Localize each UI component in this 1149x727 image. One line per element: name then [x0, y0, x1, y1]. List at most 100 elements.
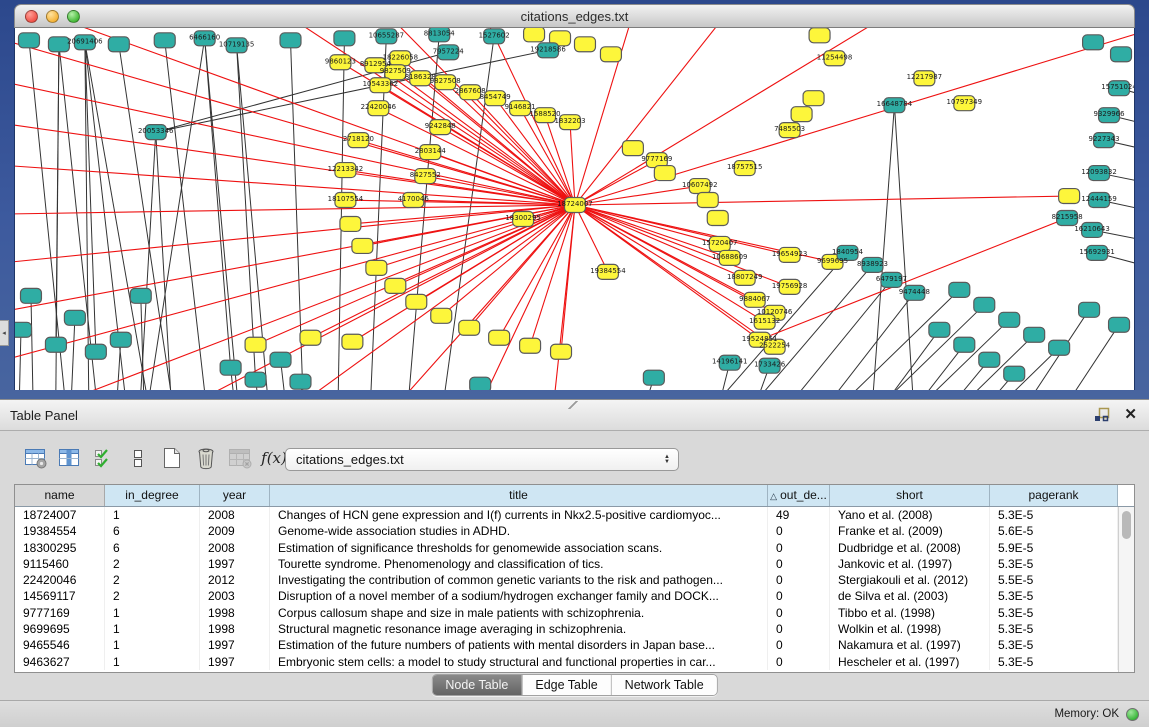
graph-node[interactable]: [979, 352, 1000, 367]
table-cell[interactable]: 0: [768, 654, 830, 670]
graph-edge[interactable]: [205, 38, 231, 367]
graph-edge[interactable]: [31, 296, 35, 390]
graph-node[interactable]: [954, 337, 975, 352]
graph-node[interactable]: [431, 308, 452, 323]
graph-node[interactable]: [45, 337, 66, 352]
graph-edge[interactable]: [15, 205, 575, 218]
graph-node[interactable]: [999, 312, 1020, 327]
table-row[interactable]: 977716911998Corpus callosum shape and si…: [15, 605, 1118, 621]
table-cell[interactable]: Tibbo et al. (1998): [830, 605, 990, 621]
table-cell[interactable]: 18724007: [15, 507, 105, 523]
table-scrollbar[interactable]: [1118, 507, 1134, 672]
tab-node-table[interactable]: Node Table: [432, 675, 521, 695]
table-cell[interactable]: 0: [768, 540, 830, 556]
table-cell[interactable]: 0: [768, 523, 830, 539]
graph-node[interactable]: [64, 310, 85, 325]
graph-node[interactable]: [1109, 317, 1130, 332]
graph-node[interactable]: [300, 330, 321, 345]
graph-node[interactable]: [524, 28, 545, 42]
table-cell[interactable]: 0: [768, 556, 830, 572]
graph-edge[interactable]: [56, 44, 59, 344]
table-cell[interactable]: 5.3E-5: [990, 556, 1118, 572]
table-cell[interactable]: Jankovic et al. (1997): [830, 556, 990, 572]
graph-edge[interactable]: [894, 105, 919, 390]
table-cell[interactable]: 6: [105, 540, 200, 556]
graph-node[interactable]: [654, 166, 675, 181]
graph-edge[interactable]: [865, 105, 894, 390]
graph-edge[interactable]: [15, 205, 575, 288]
graph-node[interactable]: [1049, 340, 1070, 355]
table-row[interactable]: 911546021997Tourette syndrome. Phenomeno…: [15, 556, 1118, 572]
table-cell[interactable]: Investigating the contribution of common…: [270, 572, 768, 588]
table-cell[interactable]: 1: [105, 605, 200, 621]
delete-icon[interactable]: [190, 443, 222, 473]
table-cell[interactable]: 2: [105, 572, 200, 588]
graph-node[interactable]: [15, 322, 31, 337]
table-row[interactable]: 1872400712008Changes of HCN gene express…: [15, 507, 1118, 523]
table-cell[interactable]: 9115460: [15, 556, 105, 572]
graph-edge[interactable]: [575, 205, 730, 258]
graph-node[interactable]: [707, 210, 728, 225]
graph-node[interactable]: [85, 344, 106, 359]
table-settings-icon[interactable]: [20, 443, 52, 473]
column-header-in_degree[interactable]: in_degree: [105, 485, 200, 506]
tab-network-table[interactable]: Network Table: [611, 675, 717, 695]
table-cell[interactable]: 1997: [200, 654, 270, 670]
graph-edge[interactable]: [15, 205, 575, 390]
graph-node[interactable]: [949, 282, 970, 297]
table-cell[interactable]: 2012: [200, 572, 270, 588]
graph-node[interactable]: [108, 37, 129, 52]
table-cell[interactable]: 2: [105, 556, 200, 572]
table-cell[interactable]: 0: [768, 588, 830, 604]
table-cell[interactable]: Genome-wide association studies in ADHD.: [270, 523, 768, 539]
table-cell[interactable]: 1997: [200, 637, 270, 653]
table-cell[interactable]: 5.3E-5: [990, 621, 1118, 637]
table-cell[interactable]: 6: [105, 523, 200, 539]
table-cell[interactable]: 2003: [200, 588, 270, 604]
table-cell[interactable]: 1: [105, 621, 200, 637]
graph-edge[interactable]: [965, 310, 1089, 390]
graph-node[interactable]: [697, 193, 718, 208]
graph-node[interactable]: [280, 33, 301, 48]
table-source-select[interactable]: citations_edges.txt ▲▼: [285, 448, 679, 471]
graph-node[interactable]: [929, 322, 950, 337]
table-cell[interactable]: 9699695: [15, 621, 105, 637]
graph-node[interactable]: [489, 330, 510, 345]
table-cell[interactable]: 1: [105, 507, 200, 523]
graph-node[interactable]: [459, 320, 480, 335]
graph-edge[interactable]: [140, 38, 205, 390]
column-header-name[interactable]: name: [15, 485, 105, 506]
graph-node[interactable]: [245, 337, 266, 352]
graph-node[interactable]: [809, 28, 830, 43]
graph-node[interactable]: [470, 377, 491, 390]
graph-node[interactable]: [270, 352, 291, 367]
table-cell[interactable]: 14569117: [15, 588, 105, 604]
graph-node[interactable]: [366, 260, 387, 275]
network-window-titlebar[interactable]: citations_edges.txt: [14, 4, 1135, 28]
graph-node[interactable]: [803, 91, 824, 106]
table-cell[interactable]: Wolkin et al. (1998): [830, 621, 990, 637]
table-cell[interactable]: 5.5E-5: [990, 572, 1118, 588]
graph-edge[interactable]: [907, 374, 1014, 390]
graph-node[interactable]: [130, 288, 151, 303]
table-row[interactable]: 1456911722003Disruption of a novel membe…: [15, 588, 1118, 604]
table-cell[interactable]: 0: [768, 621, 830, 637]
table-cell[interactable]: 1997: [200, 556, 270, 572]
graph-node[interactable]: [520, 338, 541, 353]
graph-edge[interactable]: [17, 330, 21, 390]
table-scrollbar-thumb[interactable]: [1122, 511, 1131, 539]
graph-node[interactable]: [974, 297, 995, 312]
graph-node[interactable]: [334, 31, 355, 46]
graph-node[interactable]: [406, 294, 427, 309]
graph-edge[interactable]: [156, 132, 177, 390]
table-cell[interactable]: 49: [768, 507, 830, 523]
graph-edge[interactable]: [440, 127, 575, 205]
column-header-title[interactable]: title: [270, 485, 768, 506]
table-cell[interactable]: Embryonic stem cells: a model to study s…: [270, 654, 768, 670]
table-cell[interactable]: Changes of HCN gene expression and I(f) …: [270, 507, 768, 523]
close-panel-icon[interactable]: ✕: [1124, 408, 1137, 422]
graph-node[interactable]: [622, 141, 643, 156]
table-row[interactable]: 969969511998Structural magnetic resonanc…: [15, 621, 1118, 637]
graph-node[interactable]: [600, 47, 621, 62]
table-row[interactable]: 946362711997Embryonic stem cells: a mode…: [15, 654, 1118, 670]
